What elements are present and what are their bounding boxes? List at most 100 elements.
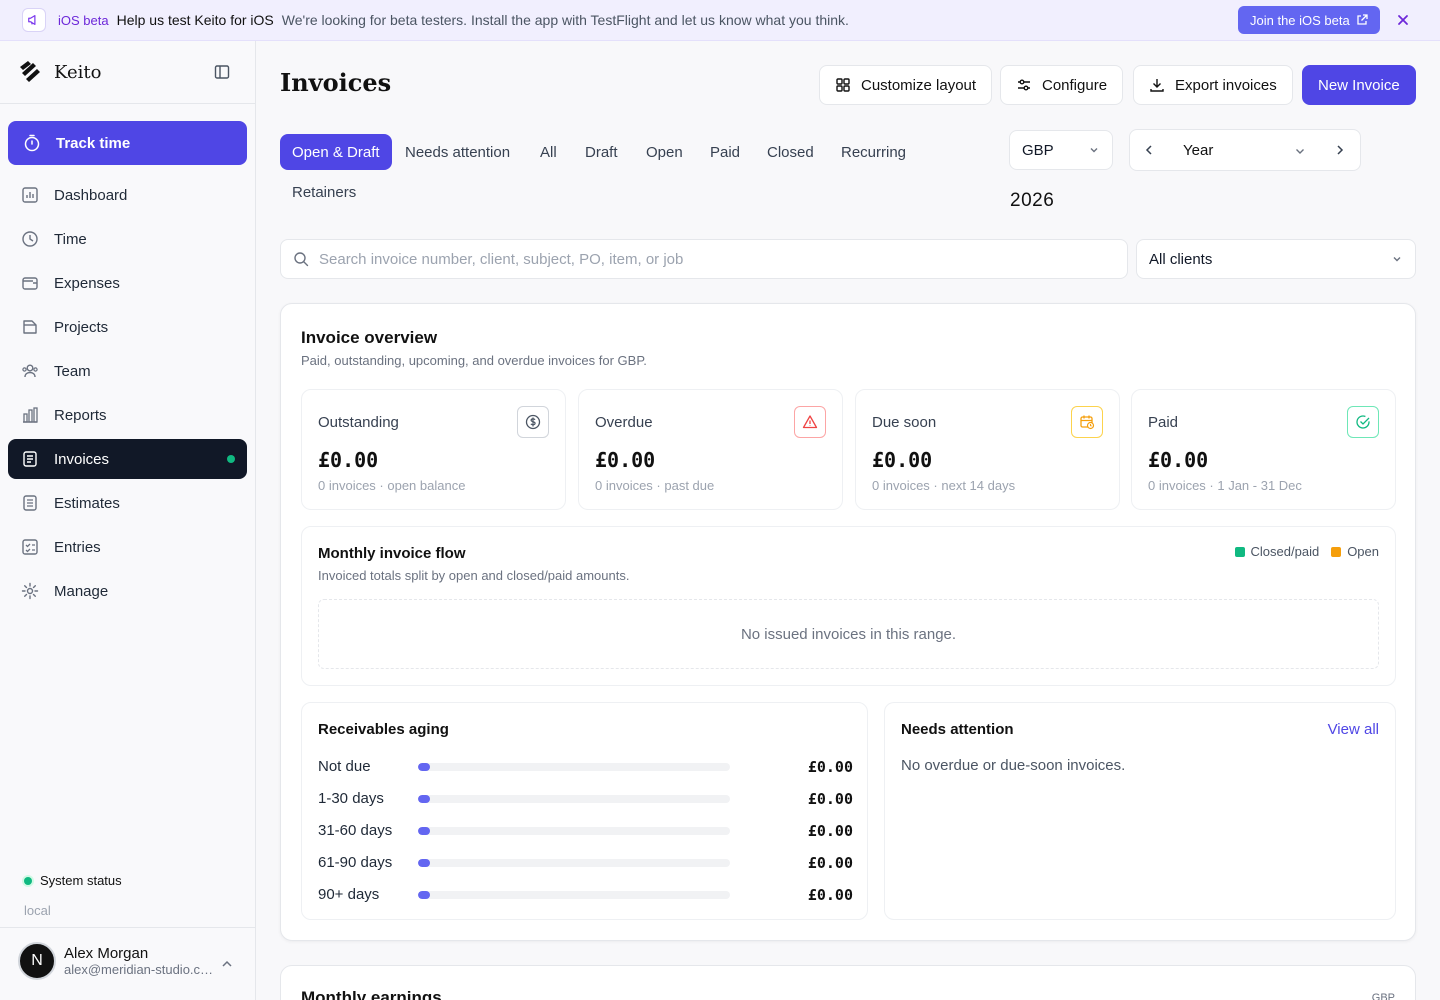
customize-layout-button[interactable]: Customize layout xyxy=(819,65,993,105)
kpi-label: Overdue xyxy=(595,414,653,431)
chevron-down-icon xyxy=(1090,148,1098,153)
dollar-circle-icon xyxy=(517,406,549,438)
tab-draft[interactable]: Draft xyxy=(573,134,630,170)
sidebar: Keito Track time Dashboard Time Expenses… xyxy=(0,41,256,1000)
sidebar-item-projects[interactable]: Projects xyxy=(8,307,247,347)
sliders-icon xyxy=(1018,79,1030,91)
chevron-down-icon xyxy=(1393,257,1401,262)
tab-all[interactable]: All xyxy=(528,134,569,170)
earnings-currency: GBP xyxy=(1371,992,1395,1000)
brand[interactable]: Keito xyxy=(18,59,101,85)
kpi-label: Paid xyxy=(1148,414,1179,431)
legend-swatch xyxy=(1331,546,1342,557)
logo-icon xyxy=(20,61,40,82)
page-title: Invoices xyxy=(280,68,392,97)
collapse-sidebar-icon[interactable] xyxy=(214,64,232,82)
configure-label: Configure xyxy=(1042,76,1108,94)
period-value[interactable]: Year xyxy=(1183,142,1213,159)
kpi-value: £0.00 xyxy=(318,448,379,472)
aging-row: Not due £0.00 xyxy=(318,757,853,777)
sidebar-nav: Dashboard Time Expenses Projects Team Re… xyxy=(8,175,247,615)
tab-needs-attention[interactable]: Needs attention xyxy=(393,134,522,170)
sidebar-item-expenses[interactable]: Expenses xyxy=(8,263,247,303)
dashboard-icon xyxy=(20,185,40,205)
system-status[interactable]: System status xyxy=(24,873,122,888)
sidebar-item-time[interactable]: Time xyxy=(8,219,247,259)
chevron-right-icon[interactable] xyxy=(1333,143,1347,162)
sidebar-item-label: Manage xyxy=(54,582,109,600)
track-time-label: Track time xyxy=(56,134,131,152)
aging-bar-fill xyxy=(418,795,430,803)
currency-select[interactable]: GBP xyxy=(1009,130,1113,170)
track-time-button[interactable]: Track time xyxy=(8,121,247,165)
stopwatch-icon xyxy=(22,133,42,153)
user-menu[interactable]: N Alex Morgan alex@meridian-studio.com xyxy=(18,942,214,980)
close-banner-icon[interactable] xyxy=(1394,11,1412,29)
chevron-left-icon[interactable] xyxy=(1142,143,1156,162)
tab-paid[interactable]: Paid xyxy=(698,134,752,170)
configure-button[interactable]: Configure xyxy=(1000,65,1124,105)
flow-title: Monthly invoice flow xyxy=(318,545,466,562)
legend-label: Open xyxy=(1347,544,1379,559)
join-beta-label: Join the iOS beta xyxy=(1250,12,1350,28)
kpi-due-soon: Due soon £0.00 0 invoices · next 14 days xyxy=(855,389,1120,510)
legend-swatch xyxy=(1234,546,1245,557)
kpi-outstanding: Outstanding £0.00 0 invoices · open bala… xyxy=(301,389,566,510)
avatar: N xyxy=(18,942,56,980)
sidebar-item-dashboard[interactable]: Dashboard xyxy=(8,175,247,215)
export-invoices-button[interactable]: Export invoices xyxy=(1133,65,1293,105)
calendar-clock-icon xyxy=(1071,406,1103,438)
check-circle-icon xyxy=(1347,406,1379,438)
tab-open-draft[interactable]: Open & Draft xyxy=(280,134,392,170)
chevron-down-icon[interactable] xyxy=(1293,144,1307,163)
clients-select[interactable]: All clients xyxy=(1136,239,1416,279)
currency-value: GBP xyxy=(1022,141,1054,159)
sidebar-item-entries[interactable]: Entries xyxy=(8,527,247,567)
view-all-link[interactable]: View all xyxy=(1328,721,1379,738)
active-indicator-dot xyxy=(227,455,235,463)
sidebar-item-manage[interactable]: Manage xyxy=(8,571,247,611)
aging-bar xyxy=(418,827,730,835)
kpi-subtext: 0 invoices · next 14 days xyxy=(872,478,1016,493)
sidebar-item-estimates[interactable]: Estimates xyxy=(8,483,247,523)
kpi-overdue: Overdue £0.00 0 invoices · past due xyxy=(578,389,843,510)
tab-closed[interactable]: Closed xyxy=(755,134,826,170)
flow-empty-state: No issued invoices in this range. xyxy=(318,599,1379,669)
sidebar-item-team[interactable]: Team xyxy=(8,351,247,391)
new-invoice-button[interactable]: New Invoice xyxy=(1302,65,1416,105)
selected-year: 2026 xyxy=(1010,190,1055,211)
banner-description: We're looking for beta testers. Install … xyxy=(281,12,849,28)
wallet-icon xyxy=(20,273,40,293)
sidebar-item-invoices[interactable]: Invoices xyxy=(8,439,247,479)
bar-chart-icon xyxy=(20,405,40,425)
join-beta-button[interactable]: Join the iOS beta xyxy=(1238,6,1380,34)
banner-headline: Help us test Keito for iOS xyxy=(116,12,274,28)
user-name: Alex Morgan xyxy=(64,945,149,962)
search-icon xyxy=(294,252,309,267)
kpi-paid: Paid £0.00 0 invoices · 1 Jan - 31 Dec xyxy=(1131,389,1396,510)
divider xyxy=(0,927,255,928)
sidebar-item-label: Dashboard xyxy=(54,186,128,204)
invoice-overview-card: Invoice overview Paid, outstanding, upco… xyxy=(280,303,1416,941)
clock-icon xyxy=(20,229,40,249)
tab-retainers[interactable]: Retainers xyxy=(280,174,368,210)
sidebar-item-reports[interactable]: Reports xyxy=(8,395,247,435)
legend-label: Closed/paid xyxy=(1250,544,1320,559)
aging-bar-fill xyxy=(418,827,430,835)
aging-bar xyxy=(418,859,730,867)
overview-title: Invoice overview xyxy=(301,328,438,347)
aging-row: 1-30 days £0.00 xyxy=(318,789,853,809)
search-box xyxy=(280,239,1128,279)
aging-row: 90+ days £0.00 xyxy=(318,885,853,905)
grid-icon xyxy=(836,78,850,92)
search-input[interactable] xyxy=(319,250,1099,268)
tab-recurring[interactable]: Recurring xyxy=(829,134,918,170)
period-selector: Year xyxy=(1129,129,1361,171)
sidebar-item-label: Expenses xyxy=(54,274,120,292)
entries-icon xyxy=(20,537,40,557)
status-indicator-dot xyxy=(24,876,32,885)
tab-open[interactable]: Open xyxy=(634,134,695,170)
aging-value: £0.00 xyxy=(807,886,853,904)
aging-label: 90+ days xyxy=(318,886,380,903)
chevron-up-icon[interactable] xyxy=(220,957,234,971)
